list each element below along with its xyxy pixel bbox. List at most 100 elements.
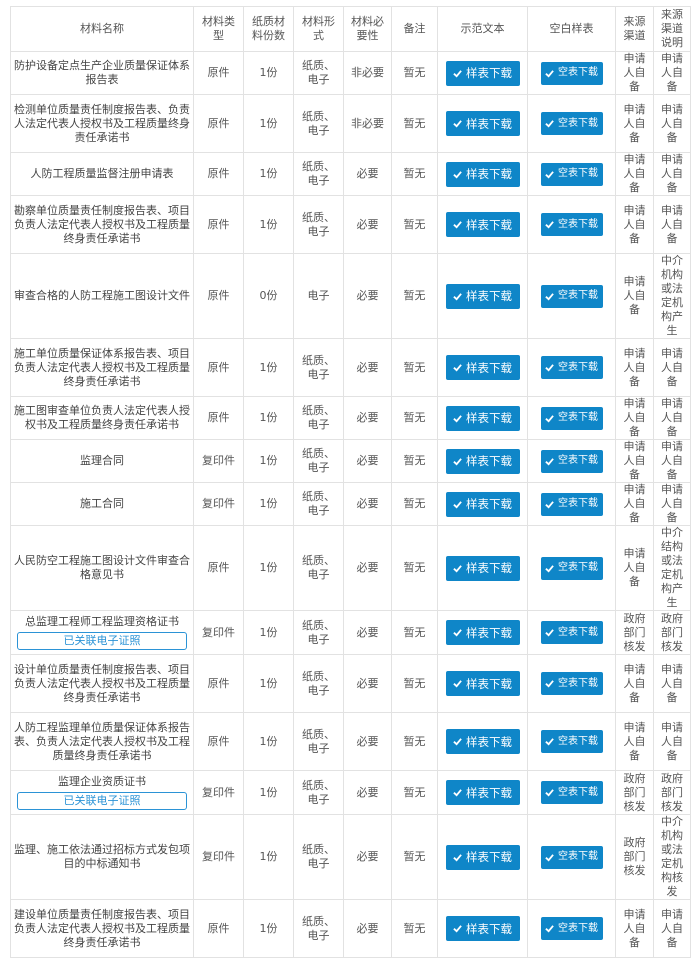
check-icon	[545, 221, 554, 229]
sample-cell: 样表下载	[437, 654, 528, 713]
header-sample: 示范文本	[437, 6, 528, 52]
sample-download-label: 样表下载	[466, 116, 512, 131]
check-icon	[453, 853, 462, 862]
material-copies: 1份	[243, 712, 294, 771]
sample-download-button[interactable]: 样表下载	[445, 729, 520, 754]
material-name: 人防工程监理单位质量保证体系报告表、负责人法定代表人授权书及工程质量终身责任承诺…	[14, 720, 190, 762]
material-name-cell: 总监理工程师工程监理资格证书 已关联电子证照	[10, 610, 194, 655]
table-row: 人防工程质量监督注册申请表 原件 1份 纸质、电子 必要 暂无 样表下载 空表下…	[10, 152, 691, 196]
blank-download-button[interactable]: 空表下载	[540, 621, 603, 644]
blank-download-label: 空表下载	[558, 735, 598, 747]
material-form: 纸质、电子	[293, 51, 344, 95]
sample-download-button[interactable]: 样表下载	[445, 620, 520, 645]
check-icon	[453, 789, 462, 797]
material-name-cell: 防护设备定点生产企业质量保证体系报告表	[10, 51, 194, 95]
materials-table: 材料名称 材料类型 纸质材料份数 材料形式 材料必要性 备注 示范文本 空白样表…	[10, 6, 691, 958]
blank-download-button[interactable]: 空表下载	[540, 556, 603, 580]
material-source-desc: 申请人自备	[653, 654, 691, 713]
material-name: 施工合同	[80, 497, 124, 510]
linked-e-license-tag[interactable]: 已关联电子证照	[17, 632, 187, 650]
sample-download-button[interactable]: 样表下载	[445, 111, 520, 136]
blank-download-button[interactable]: 空表下载	[540, 730, 603, 753]
material-note: 暂无	[391, 396, 438, 440]
material-name: 审查合格的人防工程施工图设计文件	[14, 289, 190, 302]
blank-download-button[interactable]: 空表下载	[540, 672, 603, 695]
sample-download-button[interactable]: 样表下载	[445, 448, 520, 474]
sample-download-button[interactable]: 样表下载	[445, 844, 520, 870]
material-source-desc: 政府部门核发	[653, 770, 691, 815]
material-source-desc: 申请人自备	[653, 195, 691, 254]
material-type: 原件	[193, 94, 244, 153]
material-note: 暂无	[391, 712, 438, 771]
material-form: 纸质、电子	[293, 610, 344, 655]
table-row: 人防工程监理单位质量保证体系报告表、负责人法定代表人授权书及工程质量终身责任承诺…	[10, 712, 691, 771]
blank-download-label: 空表下载	[558, 455, 598, 466]
linked-e-license-tag[interactable]: 已关联电子证照	[17, 792, 187, 810]
table-row: 施工单位质量保证体系报告表、项目负责人法定代表人授权书及工程质量终身责任承诺书 …	[10, 338, 691, 397]
blank-download-button[interactable]: 空表下载	[540, 356, 603, 379]
material-source-desc: 申请人自备	[653, 712, 691, 771]
materials-panel: 材料名称 材料类型 纸质材料份数 材料形式 材料必要性 备注 示范文本 空白样表…	[10, 6, 691, 958]
sample-download-button[interactable]: 样表下载	[445, 780, 520, 805]
sample-download-button[interactable]: 样表下载	[445, 405, 520, 431]
material-source-desc: 申请人自备	[653, 51, 691, 95]
blank-download-button[interactable]: 空表下载	[540, 492, 603, 516]
check-icon	[545, 292, 554, 301]
blank-download-button[interactable]: 空表下载	[540, 406, 603, 430]
material-note: 暂无	[391, 152, 438, 196]
material-name: 施工单位质量保证体系报告表、项目负责人法定代表人授权书及工程质量终身责任承诺书	[14, 346, 190, 388]
check-icon	[545, 364, 554, 372]
blank-download-label: 空表下载	[558, 412, 598, 423]
check-icon	[545, 120, 554, 128]
material-name: 设计单位质量责任制度报告表、项目负责人法定代表人授权书及工程质量终身责任承诺书	[14, 662, 190, 704]
check-icon	[545, 853, 554, 862]
material-source: 政府部门核发	[615, 770, 654, 815]
sample-cell: 样表下载	[437, 51, 528, 95]
material-source: 申请人自备	[615, 712, 654, 771]
blank-download-button[interactable]: 空表下载	[540, 449, 603, 473]
material-required: 必要	[343, 712, 392, 771]
sample-download-button[interactable]: 样表下载	[445, 491, 520, 517]
material-required: 必要	[343, 525, 392, 611]
sample-download-button[interactable]: 样表下载	[445, 671, 520, 696]
blank-download-button[interactable]: 空表下载	[540, 61, 603, 85]
blank-cell: 空表下载	[527, 338, 616, 397]
blank-download-button[interactable]: 空表下载	[540, 284, 603, 308]
sample-cell: 样表下载	[437, 482, 528, 526]
material-note: 暂无	[391, 94, 438, 153]
material-name-cell: 审查合格的人防工程施工图设计文件	[10, 253, 194, 339]
material-name: 监理企业资质证书	[58, 775, 146, 788]
material-form: 纸质、电子	[293, 195, 344, 254]
material-type: 原件	[193, 152, 244, 196]
blank-cell: 空表下载	[527, 253, 616, 339]
sample-download-button[interactable]: 样表下载	[445, 355, 520, 380]
material-note: 暂无	[391, 195, 438, 254]
blank-download-button[interactable]: 空表下载	[540, 162, 603, 186]
header-required: 材料必要性	[343, 6, 392, 52]
blank-download-label: 空表下载	[558, 218, 598, 230]
material-source: 申请人自备	[615, 51, 654, 95]
material-form: 纸质、电子	[293, 814, 344, 900]
sample-download-button[interactable]: 样表下载	[445, 212, 520, 237]
blank-download-label: 空表下载	[558, 168, 598, 179]
sample-download-button[interactable]: 样表下载	[445, 161, 520, 187]
blank-download-label: 空表下载	[558, 361, 598, 373]
material-name-cell: 监理、施工依法通过招标方式发包项目的中标通知书	[10, 814, 194, 900]
material-name-cell: 施工图审查单位负责人法定代表人授权书及工程质量终身责任承诺书	[10, 396, 194, 440]
blank-download-button[interactable]: 空表下载	[540, 112, 603, 135]
material-copies: 1份	[243, 610, 294, 655]
material-source: 申请人自备	[615, 152, 654, 196]
blank-download-button[interactable]: 空表下载	[540, 781, 603, 804]
blank-cell: 空表下载	[527, 525, 616, 611]
check-icon	[453, 364, 462, 372]
sample-download-button[interactable]: 样表下载	[445, 60, 520, 86]
sample-download-button[interactable]: 样表下载	[445, 283, 520, 309]
check-icon	[453, 500, 462, 509]
blank-download-button[interactable]: 空表下载	[540, 213, 603, 236]
blank-cell: 空表下载	[527, 152, 616, 196]
material-name-cell: 施工合同	[10, 482, 194, 526]
sample-download-button[interactable]: 样表下载	[445, 555, 520, 581]
blank-download-button[interactable]: 空表下载	[540, 845, 603, 869]
material-name: 监理合同	[80, 454, 124, 467]
sample-cell: 样表下载	[437, 712, 528, 771]
